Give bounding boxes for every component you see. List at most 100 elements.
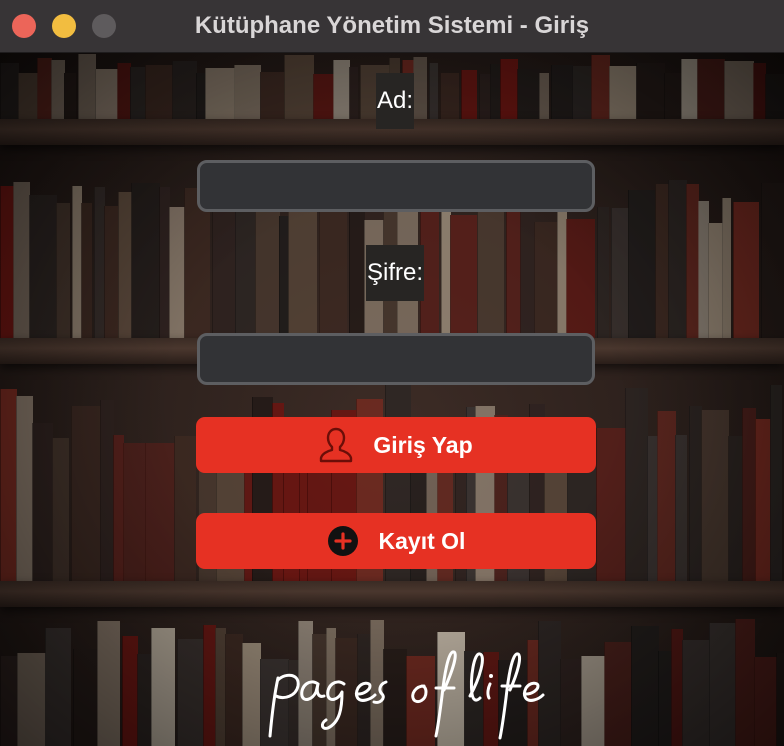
- book-spine: [551, 65, 573, 123]
- book-spine: [506, 193, 521, 338]
- password-label: Şifre:: [366, 245, 424, 301]
- book-spine: [657, 411, 676, 583]
- pages-of-life-logo: [268, 650, 545, 740]
- book-spine: [16, 396, 33, 583]
- book-spine: [735, 619, 755, 746]
- book-spine: [724, 61, 754, 123]
- book-spine: [609, 66, 637, 123]
- login-window: Kütüphane Yönetim Sistemi - Giriş Ad: Şi…: [0, 0, 784, 746]
- book-spine: [440, 73, 459, 123]
- book-spine: [770, 385, 782, 583]
- book-spine: [122, 636, 138, 746]
- book-spine: [95, 69, 118, 123]
- book-spine: [0, 656, 18, 746]
- book-spine: [17, 653, 46, 746]
- login-button[interactable]: Giriş Yap: [196, 417, 596, 473]
- book-spine: [145, 65, 173, 123]
- book-spine: [18, 73, 38, 123]
- book-spine: [709, 623, 736, 746]
- book-spine: [100, 400, 114, 583]
- book-spine: [56, 203, 70, 338]
- minimize-window-button[interactable]: [52, 14, 76, 38]
- book-spine: [349, 206, 365, 338]
- book-spine: [0, 63, 19, 123]
- book-spine: [73, 649, 98, 746]
- book-spine: [675, 435, 687, 583]
- book-spine: [596, 428, 626, 583]
- book-spine: [319, 206, 347, 338]
- book-spine: [591, 55, 610, 123]
- book-spine: [288, 201, 317, 338]
- book-spine: [169, 207, 185, 338]
- book-spine: [313, 74, 334, 123]
- book-spine: [29, 195, 57, 338]
- book-spine: [560, 659, 582, 746]
- book-spine: [572, 66, 592, 123]
- book-spine: [130, 67, 146, 123]
- book-spine: [664, 73, 682, 123]
- book-spine: [104, 206, 119, 338]
- book-spine: [728, 436, 743, 583]
- book-spine: [81, 203, 92, 338]
- book-spine: [78, 54, 96, 123]
- book-spine: [333, 60, 350, 123]
- book-spine: [765, 74, 784, 123]
- book-spine: [611, 208, 629, 338]
- book-spine: [517, 69, 540, 123]
- book-spine: [32, 423, 53, 583]
- book-spine: [761, 183, 784, 338]
- book-spine: [52, 438, 69, 583]
- book-spine: [51, 60, 65, 123]
- register-button[interactable]: Kayıt Ol: [196, 513, 596, 569]
- book-spine: [0, 186, 14, 338]
- book-spine: [45, 628, 71, 746]
- book-spine: [697, 59, 725, 123]
- book-spine: [733, 202, 759, 338]
- book-spine: [260, 72, 285, 123]
- book-spine: [177, 639, 204, 746]
- book-spine: [123, 443, 146, 583]
- book-spine: [631, 626, 659, 746]
- book-spine: [722, 198, 731, 338]
- window-title: Kütüphane Yönetim Sistemi - Giriş: [194, 12, 590, 39]
- book-spine: [754, 657, 777, 746]
- book-spine: [235, 195, 256, 338]
- book-spine: [13, 182, 30, 338]
- book-spine: [742, 408, 756, 583]
- book-spine: [450, 215, 478, 338]
- book-spine: [708, 223, 723, 338]
- book-spine: [628, 190, 656, 338]
- book-spine: [625, 388, 648, 583]
- book-spine: [413, 57, 427, 123]
- book-spine: [97, 621, 120, 746]
- book-spine: [755, 419, 771, 583]
- username-input[interactable]: [197, 160, 595, 212]
- book-spine: [539, 73, 549, 123]
- book-spine: [145, 443, 175, 583]
- book-spine: [0, 389, 17, 583]
- book-spine: [71, 406, 101, 583]
- book-spine: [118, 192, 132, 338]
- book-spine: [151, 628, 175, 746]
- password-input[interactable]: [197, 333, 595, 385]
- register-button-label: Kayıt Ol: [378, 527, 466, 554]
- book-spine: [581, 656, 605, 746]
- book-spine: [534, 222, 558, 338]
- book-spine: [349, 67, 358, 123]
- book-spine: [668, 180, 687, 338]
- title-bar: Kütüphane Yönetim Sistemi - Giriş: [0, 0, 784, 53]
- book-spine: [137, 654, 152, 746]
- book-spine: [500, 59, 518, 123]
- book-spine: [776, 653, 784, 746]
- book-spine: [701, 410, 729, 583]
- book-spine: [655, 184, 669, 338]
- book-spine: [174, 436, 196, 583]
- book-spine: [131, 183, 160, 338]
- book-spine: [234, 65, 261, 123]
- book-spine: [205, 68, 235, 123]
- book-spine: [37, 58, 52, 123]
- book-spine: [604, 642, 632, 746]
- username-label: Ad:: [376, 73, 414, 129]
- close-window-button[interactable]: [12, 14, 36, 38]
- maximize-window-button[interactable]: [92, 14, 116, 38]
